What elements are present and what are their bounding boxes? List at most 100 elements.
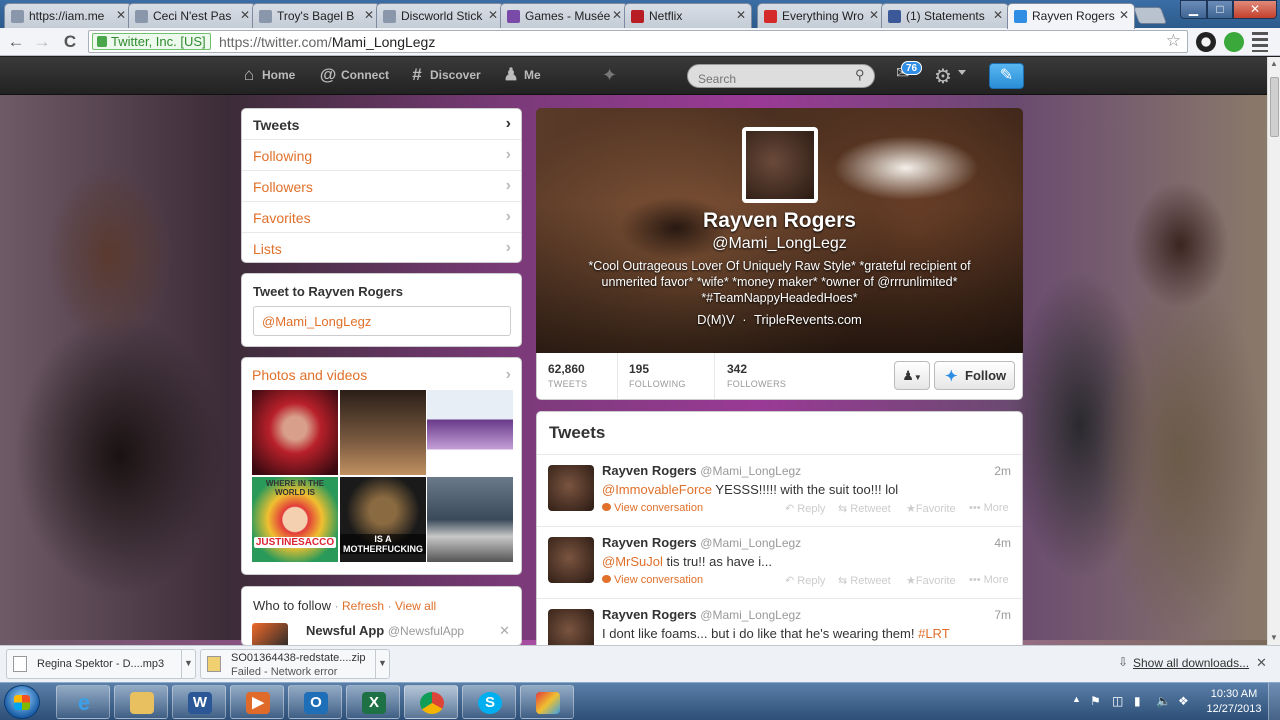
taskbar-app[interactable] [520,685,574,719]
browser-tab[interactable]: Troy's Bagel B ✕ [252,3,380,28]
url-text[interactable]: https://twitter.com/Mami_LongLegz [219,34,435,50]
scroll-down-arrow-icon[interactable]: ▼ [1268,631,1280,645]
compose-tweet-button[interactable]: ✎ [989,63,1024,89]
retweet-button[interactable]: ⇆ Retweet [838,502,891,515]
avatar[interactable] [548,465,594,511]
chevron-down-icon[interactable] [958,70,966,75]
chevron-right-icon[interactable]: › [506,366,511,384]
browser-tab[interactable]: https://iam.me ✕ [4,3,132,28]
extension-icon[interactable] [1196,32,1216,52]
tweet-author[interactable]: Rayven Rogers @Mami_LongLegz [602,535,801,550]
nav-home[interactable]: ⌂ Home [238,57,295,95]
stat-tweets[interactable]: 62,860 TWEETS [548,362,587,389]
taskbar-app[interactable]: O [288,685,342,719]
stat-following[interactable]: 195 FOLLOWING [629,362,686,389]
chevron-down-icon[interactable]: ▼ [375,650,389,678]
refresh-link[interactable]: Refresh [342,599,384,613]
nav-following[interactable]: Following › [242,140,521,171]
photo-thumbnail[interactable] [252,390,338,475]
avatar[interactable] [742,127,818,203]
browser-tab[interactable]: Everything Wro ✕ [757,3,885,28]
search-icon[interactable]: ⚲ [855,67,865,83]
browser-tab[interactable]: Discworld Stick ✕ [376,3,504,28]
stat-followers[interactable]: 342 FOLLOWERS [727,362,786,389]
nav-discover[interactable]: # Discover [406,57,480,95]
more-button[interactable]: ••• More [969,502,1009,514]
close-icon[interactable]: ✕ [993,8,1003,22]
reply-button[interactable]: ↶ Reply [785,502,825,515]
photo-thumbnail[interactable]: WHERE IN THE WORLD IS JUSTINESACCO [252,477,338,562]
taskbar-app[interactable]: e [56,685,110,719]
chevron-down-icon[interactable]: ▼ [181,650,195,678]
taskbar-app[interactable]: S [462,685,516,719]
profile-website-link[interactable]: TripleRevents.com [754,312,862,327]
close-icon[interactable]: ✕ [1119,8,1129,22]
close-icon[interactable]: ✕ [364,8,374,22]
dismiss-icon[interactable]: ✕ [499,623,510,639]
avatar[interactable] [548,537,594,583]
favorite-button[interactable]: ★Favorite [906,574,956,587]
show-all-downloads-link[interactable]: Show all downloads... [1133,656,1249,670]
browser-tab[interactable]: Netflix ✕ [624,3,752,28]
view-all-link[interactable]: View all [395,599,436,613]
mention-link[interactable]: @ImmovableForce [602,482,712,497]
page-scrollbar[interactable]: ▲ ▼ [1267,57,1280,645]
favorite-button[interactable]: ★Favorite [906,502,956,515]
close-icon[interactable]: ✕ [612,8,622,22]
browser-tab[interactable]: (1) Statements ✕ [881,3,1009,28]
nav-me[interactable]: ♟ Me [500,57,540,95]
tweet-author[interactable]: Rayven Rogers @Mami_LongLegz [602,607,801,622]
reply-button[interactable]: ↶ Reply [785,574,825,587]
photos-title[interactable]: Photos and videos [252,367,511,383]
mention-link[interactable]: @MrSuJol [602,554,663,569]
menu-icon[interactable] [1252,32,1268,52]
more-button[interactable]: ••• More [969,574,1009,586]
tweet-to-input[interactable]: @Mami_LongLegz [253,306,511,336]
taskbar-app-active[interactable] [404,685,458,719]
tweet[interactable]: Rayven Rogers @Mami_LongLegz 7m I dont l… [537,599,1022,645]
tweet-timestamp[interactable]: 7m [994,608,1011,622]
browser-tab[interactable]: Games - Musée ✕ [500,3,628,28]
tweet-author[interactable]: Rayven Rogers @Mami_LongLegz [602,463,801,478]
taskbar-app[interactable] [114,685,168,719]
system-clock[interactable]: 10:30 AM 12/27/2013 [1204,687,1264,717]
twitter-bird-icon[interactable]: ✦ [602,65,624,85]
show-hidden-icons-icon[interactable]: ▲ [1072,694,1081,704]
scrollbar-thumb[interactable] [1270,77,1279,137]
photo-thumbnail[interactable] [340,390,426,475]
follow-button[interactable]: ✦ Follow [934,361,1015,390]
browser-tab-active[interactable]: Rayven Rogers ✕ [1007,3,1135,29]
forward-arrow-icon[interactable]: → [32,32,52,52]
nav-connect[interactable]: @ Connect [317,57,389,95]
taskbar-app[interactable]: W [172,685,226,719]
address-bar[interactable]: Twitter, Inc. [US] https://twitter.com/M… [88,30,1188,53]
view-conversation-link[interactable]: View conversation [602,574,703,586]
avatar[interactable] [548,609,594,645]
show-desktop-button[interactable] [1268,683,1280,720]
download-item[interactable]: SO01364438-redstate....zip Failed - Netw… [200,649,390,679]
photo-thumbnail[interactable]: IS A MOTHERFUCKING [340,477,426,562]
nav-favorites[interactable]: Favorites › [242,202,521,233]
start-button[interactable] [4,685,40,719]
close-icon[interactable]: ✕ [240,8,250,22]
taskbar-app[interactable]: X [346,685,400,719]
bookmark-star-icon[interactable]: ☆ [1166,31,1181,51]
hashtag-link[interactable]: #LRT [918,626,950,641]
avatar[interactable] [252,623,288,645]
close-icon[interactable]: ✕ [736,8,746,22]
window-close-button[interactable]: ✕ [1233,0,1277,19]
download-item[interactable]: Regina Spektor - D....mp3 ▼ [6,649,196,679]
maximize-button[interactable]: □ [1207,0,1233,19]
gear-icon[interactable]: ⚙ [934,64,952,89]
taskbar-app[interactable]: ▶ [230,685,284,719]
dropbox-icon[interactable]: ❖ [1178,694,1189,708]
nav-tweets[interactable]: Tweets › [242,109,521,140]
evernote-icon[interactable] [1224,32,1244,52]
close-icon[interactable]: ✕ [116,8,126,22]
reload-icon[interactable]: C [60,32,80,52]
close-icon[interactable]: ✕ [869,8,879,22]
photo-thumbnail[interactable] [427,477,513,562]
signal-icon[interactable]: ▮ [1134,694,1141,708]
volume-icon[interactable]: 🔈 [1156,694,1171,708]
scroll-up-arrow-icon[interactable]: ▲ [1268,57,1280,71]
